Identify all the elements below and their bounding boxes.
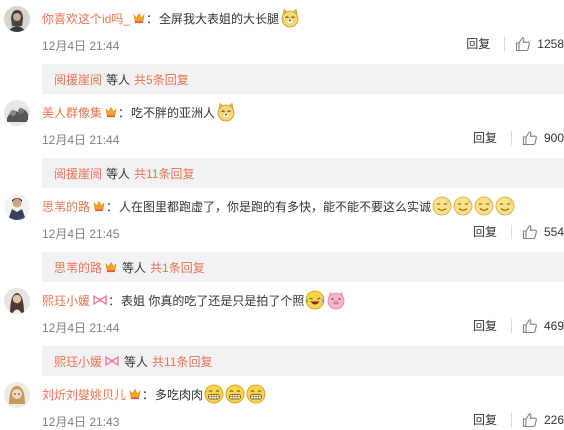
comment-text: 多吃肉肉	[155, 387, 204, 402]
view-replies-link[interactable]: 共5条回复	[134, 71, 189, 88]
comment-time: 12月4日 21:44	[42, 321, 120, 335]
username-link[interactable]: 你喜欢这个id吗_	[42, 10, 130, 27]
pig-emoji	[326, 290, 346, 310]
grin-emoji	[225, 384, 245, 404]
avatar[interactable]	[4, 194, 30, 220]
colon-separator: ：	[142, 387, 155, 402]
vip-crown-icon	[92, 199, 106, 213]
grin-emoji	[246, 384, 266, 404]
colon-separator: ：	[118, 105, 131, 120]
colon-separator: ：	[146, 11, 159, 26]
like-count: 554	[543, 225, 564, 239]
comment-item: 你喜欢这个id吗_ ： 全屏我大表姐的大长腿 12月4日 21:44 回复 12…	[0, 6, 564, 100]
bow-icon	[92, 293, 108, 307]
sweat-smile-emoji	[474, 196, 494, 216]
avatar[interactable]	[4, 382, 30, 408]
view-replies-link[interactable]: 共1条回复	[150, 259, 205, 276]
reply-button[interactable]: 回复	[466, 37, 506, 51]
colon-separator: ：	[108, 293, 121, 308]
view-replies-link[interactable]: 共11条回复	[134, 165, 194, 182]
comment-text: 人在图里都跑虚了，你是跑的有多快，能不能不要这么实诚	[119, 199, 432, 214]
thumbs-up-icon	[522, 318, 538, 334]
doge-emoji	[216, 102, 236, 122]
replies-summary: 阅援崖阅 等人 共11条回复	[42, 158, 564, 188]
reply-username-link[interactable]: 阅援崖阅	[54, 165, 102, 182]
like-count: 1258	[537, 37, 564, 51]
avatar[interactable]	[4, 100, 30, 126]
comment-item: 刘炘刘燮姚贝儿 ： 多吃肉肉 12月4日 21:43 回复 226	[0, 382, 564, 430]
like-button[interactable]: 469	[522, 318, 564, 334]
username-link[interactable]: 思苇的路	[42, 198, 90, 215]
username-link[interactable]: 刘炘刘燮姚贝儿	[42, 386, 126, 403]
reply-etc-text: 等人	[124, 354, 149, 369]
reply-username-link[interactable]: 思苇的路	[54, 259, 102, 276]
like-button[interactable]: 1258	[515, 36, 564, 52]
reply-username-link[interactable]: 阅援崖阅	[54, 71, 102, 88]
like-button[interactable]: 226	[522, 412, 564, 428]
reply-etc-text: 等人	[106, 72, 131, 87]
like-button[interactable]: 554	[522, 224, 564, 240]
vip-crown-icon	[104, 105, 118, 119]
reply-etc-text: 等人	[122, 260, 147, 275]
view-replies-link[interactable]: 共11条回复	[152, 353, 212, 370]
avatar[interactable]	[4, 6, 30, 32]
like-button[interactable]: 900	[522, 130, 564, 146]
comment-item: 熙珏小媛 ： 表姐 你真的吃了还是只是拍了个照 12月4日 21:44 回复 4…	[0, 288, 564, 382]
doge-emoji	[280, 8, 300, 28]
avatar[interactable]	[4, 288, 30, 314]
comment-text: 全屏我大表姐的大长腿	[159, 11, 280, 26]
username-link[interactable]: 熙珏小媛	[42, 292, 90, 309]
like-count: 469	[543, 319, 564, 333]
sweat-smile-emoji	[453, 196, 473, 216]
comment-time: 12月4日 21:44	[42, 133, 120, 147]
comment-time: 12月4日 21:43	[42, 415, 120, 429]
thumbs-up-icon	[522, 412, 538, 428]
like-count: 900	[543, 131, 564, 145]
username-link[interactable]: 美人群像集	[42, 104, 102, 121]
vip-crown-icon	[128, 387, 142, 401]
laugh-cry-emoji	[305, 290, 325, 310]
reply-button[interactable]: 回复	[473, 225, 512, 239]
bow-icon	[104, 354, 120, 368]
reply-username-link[interactable]: 熙珏小媛	[54, 353, 102, 370]
comment-text: 吃不胖的亚洲人	[131, 105, 216, 120]
sweat-smile-emoji	[495, 196, 515, 216]
reply-etc-text: 等人	[106, 166, 131, 181]
replies-summary: 思苇的路 等人 共1条回复	[42, 252, 564, 282]
comment-text: 表姐 你真的吃了还是只是拍了个照	[121, 293, 305, 308]
vip-crown-icon	[104, 260, 118, 274]
sweat-smile-emoji	[432, 196, 452, 216]
reply-button[interactable]: 回复	[473, 131, 512, 145]
reply-button[interactable]: 回复	[473, 319, 512, 333]
comment-item: 思苇的路 ： 人在图里都跑虚了，你是跑的有多快，能不能不要这么实诚 12月4日 …	[0, 194, 564, 288]
thumbs-up-icon	[522, 130, 538, 146]
grin-emoji	[204, 384, 224, 404]
comment-item: 美人群像集 ： 吃不胖的亚洲人 12月4日 21:44 回复 900 阅援崖阅 …	[0, 100, 564, 194]
replies-summary: 熙珏小媛 等人 共11条回复	[42, 346, 564, 376]
comment-time: 12月4日 21:44	[42, 39, 120, 53]
thumbs-up-icon	[522, 224, 538, 240]
vip-crown-icon	[132, 11, 146, 25]
reply-button[interactable]: 回复	[473, 413, 512, 427]
thumbs-up-icon	[515, 36, 531, 52]
like-count: 226	[543, 413, 564, 427]
comment-time: 12月4日 21:45	[42, 227, 120, 241]
colon-separator: ：	[106, 199, 119, 214]
replies-summary: 阅援崖阅 等人 共5条回复	[42, 64, 564, 94]
